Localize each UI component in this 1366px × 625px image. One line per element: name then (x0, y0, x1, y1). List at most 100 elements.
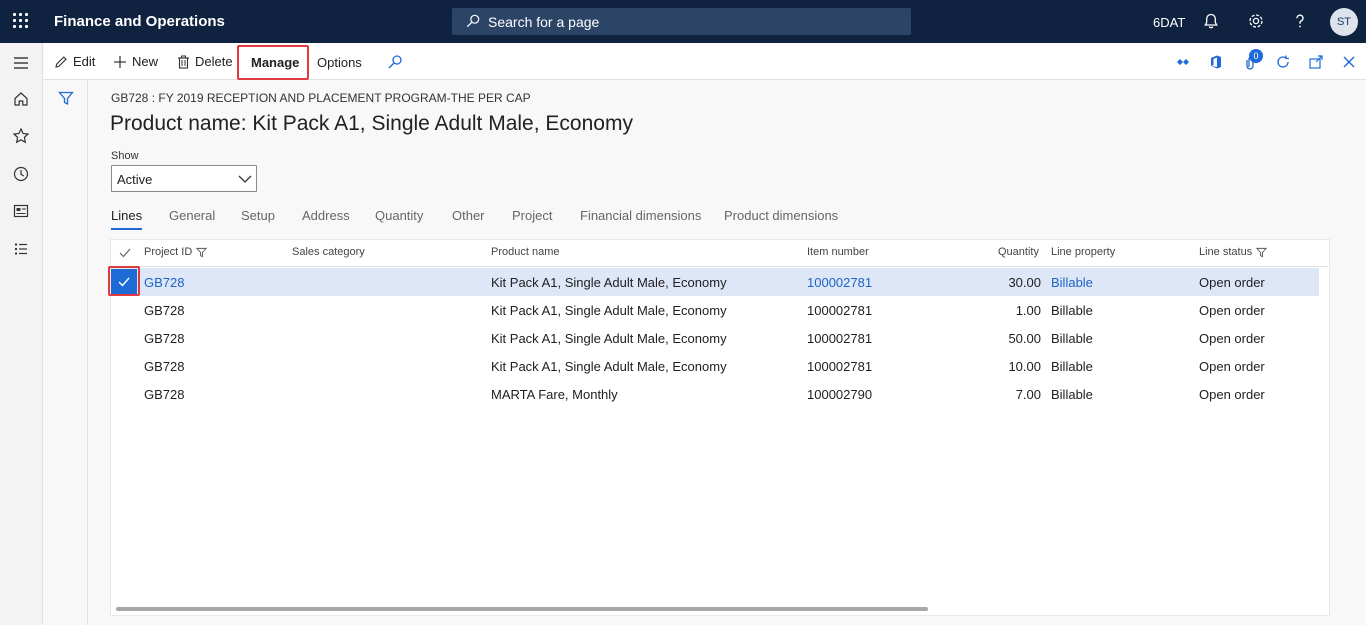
search-input[interactable] (488, 12, 898, 32)
filter-icon[interactable] (58, 90, 74, 106)
line-status-cell: Open order (1199, 331, 1265, 346)
item-number-cell: 100002790 (807, 387, 873, 402)
item-number-link[interactable]: 100002781 (807, 275, 872, 290)
table-row[interactable]: GB728 MARTA Fare, Monthly 100002790 7.00… (111, 380, 1319, 408)
new-label: New (132, 54, 159, 69)
column-label: Item number (807, 246, 869, 258)
home-icon[interactable] (12, 90, 30, 108)
delete-button[interactable]: Delete (177, 54, 233, 69)
tab-product-dimensions[interactable]: Product dimensions (724, 208, 838, 223)
show-label: Show (111, 150, 139, 162)
product-name-cell: Kit Pack A1, Single Adult Male, Economy (491, 331, 727, 346)
app-title[interactable]: Finance and Operations (54, 13, 225, 30)
hamburger-menu-icon[interactable] (12, 54, 30, 72)
line-status-cell: Open order (1199, 275, 1265, 290)
workspaces-icon[interactable] (12, 202, 30, 220)
manage-label: Manage (251, 55, 300, 70)
select-all-checkmark-icon[interactable] (119, 248, 131, 258)
column-header-product-name[interactable]: Product name (491, 246, 559, 258)
grid-header: Project ID Sales category Product name I… (111, 240, 1329, 267)
item-number-cell: 100002781 (807, 359, 873, 374)
line-property-cell: Billable (1051, 303, 1093, 318)
power-apps-icon[interactable] (1175, 54, 1191, 70)
office-icon[interactable] (1208, 54, 1224, 70)
edit-label: Edit (73, 54, 96, 69)
tab-other[interactable]: Other (452, 208, 485, 223)
table-row[interactable]: GB728 Kit Pack A1, Single Adult Male, Ec… (111, 352, 1319, 380)
tab-project[interactable]: Project (512, 208, 552, 223)
column-header-item-number[interactable]: Item number (807, 246, 869, 258)
project-id-cell: GB728 (144, 331, 185, 346)
column-header-sales-category[interactable]: Sales category (292, 246, 365, 258)
manage-tab[interactable]: Manage (251, 55, 299, 70)
app-launcher-icon[interactable] (13, 13, 29, 29)
column-label: Line status (1199, 246, 1253, 258)
breadcrumb: GB728 : FY 2019 RECEPTION AND PLACEMENT … (111, 91, 531, 105)
column-label: Line property (1051, 246, 1116, 258)
help-icon[interactable] (1291, 12, 1309, 30)
column-filter-icon[interactable] (1256, 247, 1268, 258)
table-row[interactable]: GB728 Kit Pack A1, Single Adult Male, Ec… (111, 296, 1319, 324)
plus-icon (114, 55, 126, 68)
line-status-cell: Open order (1199, 359, 1265, 374)
refresh-icon[interactable] (1275, 54, 1291, 70)
action-pane: Edit New Delete Manage Options (44, 43, 1366, 80)
show-dropdown-value: Active (117, 172, 153, 187)
tab-setup[interactable]: Setup (241, 208, 275, 223)
search-icon (466, 14, 480, 28)
new-button[interactable]: New (113, 54, 158, 69)
line-status-cell: Open order (1199, 387, 1265, 402)
product-name-cell: Kit Pack A1, Single Adult Male, Economy (491, 303, 727, 318)
project-id-cell: GB728 (144, 387, 185, 402)
favorites-star-icon[interactable] (12, 127, 30, 145)
tab-financial-dimensions[interactable]: Financial dimensions (580, 208, 701, 223)
avatar[interactable]: ST (1330, 8, 1358, 36)
item-number-cell: 100002781 (807, 303, 873, 318)
company-selector[interactable]: 6DAT (1153, 15, 1185, 30)
show-dropdown[interactable]: Active (111, 165, 257, 192)
tab-lines[interactable]: Lines (111, 208, 143, 230)
row-select-checkbox[interactable] (111, 269, 137, 294)
lines-grid: Project ID Sales category Product name I… (108, 239, 1330, 616)
quantity-cell: 50.00 (1008, 331, 1041, 346)
product-name-cell: Kit Pack A1, Single Adult Male, Economy (491, 359, 727, 374)
edit-button[interactable]: Edit (54, 54, 95, 69)
top-bar: Finance and Operations 6DAT ST (0, 0, 1366, 43)
product-name-cell: Kit Pack A1, Single Adult Male, Economy (491, 275, 727, 290)
line-property-cell: Billable (1051, 359, 1093, 374)
project-id-link[interactable]: GB728 (144, 275, 184, 290)
quantity-cell: 1.00 (1015, 303, 1041, 318)
action-search-icon[interactable] (387, 54, 403, 70)
column-filter-icon[interactable] (196, 247, 208, 258)
column-header-project-id[interactable]: Project ID (144, 246, 208, 258)
column-header-quantity[interactable]: Quantity (998, 246, 1039, 258)
bell-icon[interactable] (1202, 12, 1220, 30)
line-property-cell: Billable (1051, 387, 1093, 402)
column-label: Project ID (144, 246, 193, 258)
filter-pane (44, 80, 88, 625)
line-property-link[interactable]: Billable (1051, 275, 1093, 290)
search-box[interactable] (452, 8, 911, 35)
table-row[interactable]: GB728 Kit Pack A1, Single Adult Male, Ec… (108, 266, 1319, 296)
horizontal-scrollbar[interactable] (116, 607, 928, 611)
recent-clock-icon[interactable] (12, 165, 30, 183)
trash-icon (178, 55, 189, 69)
quantity-cell: 30.00 (1008, 275, 1041, 290)
column-header-line-status[interactable]: Line status (1199, 246, 1268, 258)
table-row[interactable]: GB728 Kit Pack A1, Single Adult Male, Ec… (111, 324, 1319, 352)
tab-quantity[interactable]: Quantity (375, 208, 423, 223)
tab-address[interactable]: Address (302, 208, 350, 223)
tab-general[interactable]: General (169, 208, 215, 223)
open-in-new-window-icon[interactable] (1308, 54, 1324, 70)
project-id-cell: GB728 (144, 359, 185, 374)
close-icon[interactable] (1341, 54, 1357, 70)
modules-list-icon[interactable] (12, 240, 30, 258)
chevron-down-icon (238, 175, 252, 183)
pencil-icon (55, 55, 67, 68)
column-label: Product name (491, 246, 560, 258)
options-tab[interactable]: Options (317, 55, 362, 70)
line-status-cell: Open order (1199, 303, 1265, 318)
column-header-line-property[interactable]: Line property (1051, 246, 1115, 258)
gear-icon[interactable] (1247, 12, 1265, 30)
delete-label: Delete (195, 54, 233, 69)
